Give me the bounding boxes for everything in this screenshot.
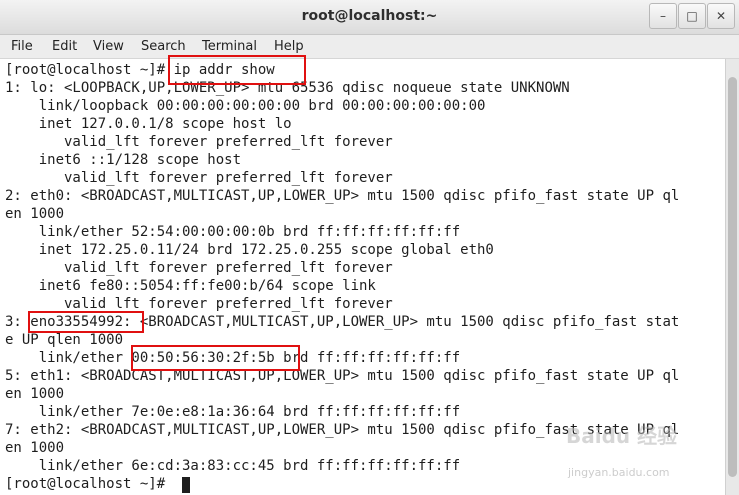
menu-terminal[interactable]: Terminal: [202, 39, 257, 54]
menu-help[interactable]: Help: [274, 39, 304, 54]
terminal-line: inet 127.0.0.1/8 scope host lo: [5, 116, 292, 132]
terminal-line: en 1000: [5, 440, 65, 456]
terminal-line: link/ether 7e:0e:e8:1a:36:64 brd ff:ff:f…: [5, 404, 461, 420]
menu-view[interactable]: View: [93, 39, 124, 54]
terminal-line: en 1000: [5, 206, 65, 222]
terminal-line: valid_lft forever preferred_lft forever: [5, 134, 393, 150]
terminal-line: link/loopback 00:00:00:00:00:00 brd 00:0…: [5, 98, 486, 114]
baidu-watermark: Baidu 经验: [566, 424, 678, 448]
minimize-icon: –: [660, 9, 666, 23]
maximize-button[interactable]: □: [678, 3, 706, 29]
terminal-line: valid_lft forever preferred_lft forever: [5, 170, 393, 186]
terminal-line: 5: eth1: <BROADCAST,MULTICAST,UP,LOWER_U…: [5, 368, 680, 384]
highlight-mac-address-box: [131, 345, 300, 371]
scrollbar-thumb[interactable]: [728, 77, 737, 477]
terminal-line: inet6 fe80::5054:ff:fe00:b/64 scope link: [5, 278, 376, 294]
terminal-line: valid_lft forever preferred_lft forever: [5, 260, 393, 276]
text-cursor: [182, 477, 190, 493]
menu-file[interactable]: File: [11, 39, 33, 54]
highlight-interface-name-box: [28, 311, 144, 333]
menu-bar: File Edit View Search Terminal Help: [0, 35, 739, 59]
terminal-line: link/ether 52:54:00:00:00:0b brd ff:ff:f…: [5, 224, 461, 240]
window-controls: – □ ✕: [649, 3, 735, 29]
title-bar[interactable]: root@localhost:~ – □ ✕: [0, 0, 739, 35]
highlight-command-box: [168, 55, 306, 85]
terminal-line: en 1000: [5, 386, 65, 402]
terminal-prompt: [root@localhost ~]#: [5, 476, 174, 492]
close-button[interactable]: ✕: [707, 3, 735, 29]
terminal-window: root@localhost:~ – □ ✕ File Edit View Se…: [0, 0, 739, 495]
menu-edit[interactable]: Edit: [52, 39, 77, 54]
maximize-icon: □: [686, 9, 698, 23]
vertical-scrollbar[interactable]: [725, 59, 739, 495]
close-icon: ✕: [715, 9, 727, 23]
menu-search[interactable]: Search: [141, 39, 186, 54]
window-title: root@localhost:~: [301, 8, 438, 24]
minimize-button[interactable]: –: [649, 3, 677, 29]
terminal-line: e UP qlen 1000: [5, 332, 124, 348]
terminal-line: 2: eth0: <BROADCAST,MULTICAST,UP,LOWER_U…: [5, 188, 680, 204]
baidu-watermark-url: jingyan.baidu.com: [568, 466, 670, 479]
terminal-line: inet6 ::1/128 scope host: [5, 152, 242, 168]
terminal-line: inet 172.25.0.11/24 brd 172.25.0.255 sco…: [5, 242, 494, 258]
terminal-line: link/ether 6e:cd:3a:83:cc:45 brd ff:ff:f…: [5, 458, 461, 474]
